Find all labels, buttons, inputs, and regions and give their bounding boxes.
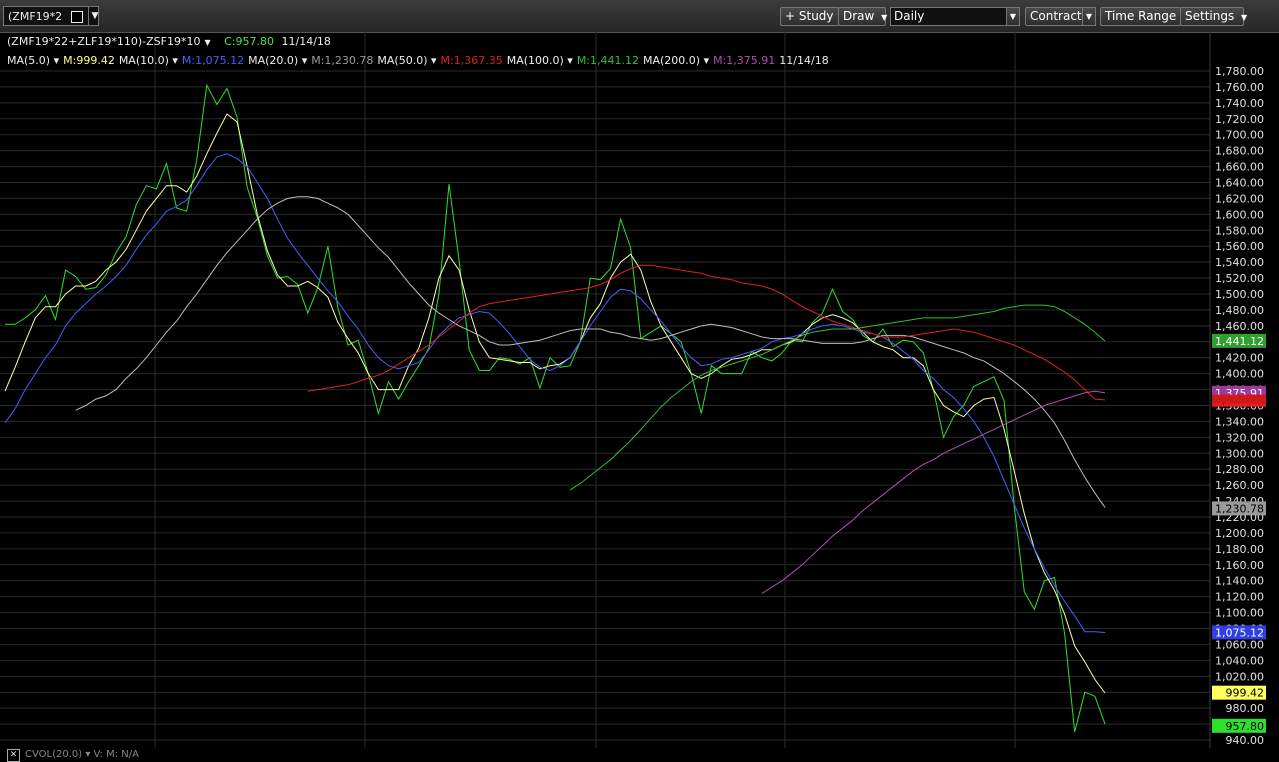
- symbol-text: (ZMF19*2: [8, 10, 63, 23]
- chart-toolbar: (ZMF19*2 ▼ + Study Draw ▼ Daily ▼ Contra…: [0, 0, 1279, 33]
- y-tick-label: 1,500.00: [1215, 288, 1264, 301]
- draw-label: Draw: [843, 9, 875, 23]
- y-tick-label: 1,660.00: [1215, 161, 1264, 174]
- y-tick-label: 1,340.00: [1215, 415, 1264, 428]
- y-tick-label: 1,560.00: [1215, 240, 1264, 253]
- y-tick-label: 1,780.00: [1215, 65, 1264, 78]
- y-tick-label: 1,260.00: [1215, 479, 1264, 492]
- legend-close: C:957.80: [224, 35, 274, 48]
- volume-pane-header: ✕ CVOL(20.0) ▾ V: M: N/A: [0, 748, 200, 762]
- y-tick-label: 1,480.00: [1215, 304, 1264, 317]
- period-select[interactable]: Daily: [890, 7, 1020, 26]
- y-tick-label: 1,400.00: [1215, 368, 1264, 381]
- y-tick-label: 1,620.00: [1215, 192, 1264, 205]
- close-icon[interactable]: ✕: [7, 749, 20, 762]
- y-tick-label: 1,720.00: [1215, 113, 1264, 126]
- ma-legend-date: 11/14/18: [779, 54, 829, 67]
- y-tick-label: 1,680.00: [1215, 145, 1264, 158]
- series-line: [4, 113, 1106, 694]
- ma-legend-label[interactable]: MA(200.0) ▾: [643, 54, 709, 67]
- symbol-dropdown-icon[interactable]: ▼: [88, 7, 101, 25]
- y-tick-label: 1,580.00: [1215, 224, 1264, 237]
- y-tick-label: 1,540.00: [1215, 256, 1264, 269]
- y-tick-label: 1,320.00: [1215, 431, 1264, 444]
- y-tick-label: 1,640.00: [1215, 177, 1264, 190]
- legend-date: 11/14/18: [281, 35, 331, 48]
- y-tick-label: 1,420.00: [1215, 352, 1264, 365]
- draw-dropdown-icon: ▼: [881, 13, 888, 22]
- period-dropdown-icon[interactable]: ▼: [1006, 7, 1020, 26]
- ma-legend-label[interactable]: MA(20.0) ▾: [248, 54, 307, 67]
- draw-button[interactable]: Draw ▼: [838, 7, 888, 26]
- ma-legend-label[interactable]: MA(5.0) ▾: [7, 54, 59, 67]
- price-chart[interactable]: 1,780.00 1,760.00 1,740.00 1,720.00 1,700.00…: [0, 32, 1279, 748]
- y-tick-label: 1,460.00: [1215, 320, 1264, 333]
- series-line: [4, 153, 1106, 633]
- value-badge-label: 1,441.12: [1215, 335, 1264, 348]
- y-tick-label: 1,160.00: [1215, 559, 1264, 572]
- legend-moving-averages: MA(5.0) ▾ M:999.42 MA(10.0) ▾ M:1,075.12 MA(…: [7, 54, 833, 67]
- contract-dropdown-icon[interactable]: ▼: [1082, 7, 1096, 26]
- y-tick-label: 1,300.00: [1215, 447, 1264, 460]
- y-tick-label: 940.00: [1226, 734, 1265, 747]
- series-line: [307, 264, 1106, 401]
- y-tick-label: 1,760.00: [1215, 81, 1264, 94]
- symbol-checkbox[interactable]: [71, 11, 83, 23]
- y-tick-label: 1,060.00: [1215, 638, 1264, 651]
- add-study-button[interactable]: + Study: [780, 7, 839, 26]
- legend-header: (ZMF19*22+ZLF19*110)-ZSF19*10 ▼ C:957.80 …: [7, 35, 335, 48]
- value-badge-label: 1,230.78: [1215, 502, 1264, 515]
- legend-expression-dropdown-icon[interactable]: ▼: [204, 38, 210, 47]
- y-tick-label: 980.00: [1226, 702, 1265, 715]
- ma-legend-label[interactable]: MA(100.0) ▾: [507, 54, 573, 67]
- y-tick-label: 1,180.00: [1215, 543, 1264, 556]
- y-tick-label: 1,140.00: [1215, 575, 1264, 588]
- ma-legend-label[interactable]: MA(10.0) ▾: [119, 54, 178, 67]
- ma-legend-value: M:999.42: [63, 54, 115, 67]
- value-badge-label: 957.80: [1226, 720, 1265, 733]
- ma-legend-label[interactable]: MA(50.0) ▾: [377, 54, 436, 67]
- value-badge-label: 1,075.12: [1215, 626, 1264, 639]
- y-tick-label: 1,100.00: [1215, 607, 1264, 620]
- y-tick-label: 1,740.00: [1215, 97, 1264, 110]
- ma-legend-value: M:1,441.12: [576, 54, 639, 67]
- chart-grid: [0, 32, 1211, 748]
- y-tick-label: 1,600.00: [1215, 208, 1264, 221]
- symbol-input[interactable]: (ZMF19*2 ▼: [3, 6, 99, 26]
- settings-button[interactable]: Settings ▼: [1180, 7, 1248, 26]
- period-label: Daily: [894, 9, 925, 23]
- ma-legend-value: M:1,375.91: [713, 54, 776, 67]
- ma-legend-value: M:1,230.78: [311, 54, 374, 67]
- y-tick-label: 1,200.00: [1215, 527, 1264, 540]
- value-badge-label: 999.42: [1226, 687, 1265, 700]
- cvol-label: CVOL(20.0) ▾ V: M: N/A: [25, 749, 139, 760]
- y-tick-label: 1,040.00: [1215, 654, 1264, 667]
- y-tick-label: 1,120.00: [1215, 591, 1264, 604]
- y-tick-label: 1,700.00: [1215, 129, 1264, 142]
- ma-legend-value: M:1,075.12: [181, 54, 245, 67]
- settings-dropdown-icon: ▼: [1241, 13, 1248, 22]
- settings-label: Settings: [1185, 9, 1235, 23]
- ma-legend-value: M:1,367.35: [440, 54, 503, 67]
- y-tick-label: 1,520.00: [1215, 272, 1264, 285]
- y-tick-label: 1,280.00: [1215, 463, 1264, 476]
- series-line: [75, 196, 1106, 508]
- legend-expression[interactable]: (ZMF19*22+ZLF19*110)-ZSF19*10: [7, 35, 200, 48]
- contract-button[interactable]: Contract: [1025, 7, 1087, 26]
- value-badge: [1212, 394, 1266, 404]
- y-tick-label: 1,020.00: [1215, 670, 1264, 683]
- time-range-button[interactable]: Time Range: [1100, 7, 1182, 26]
